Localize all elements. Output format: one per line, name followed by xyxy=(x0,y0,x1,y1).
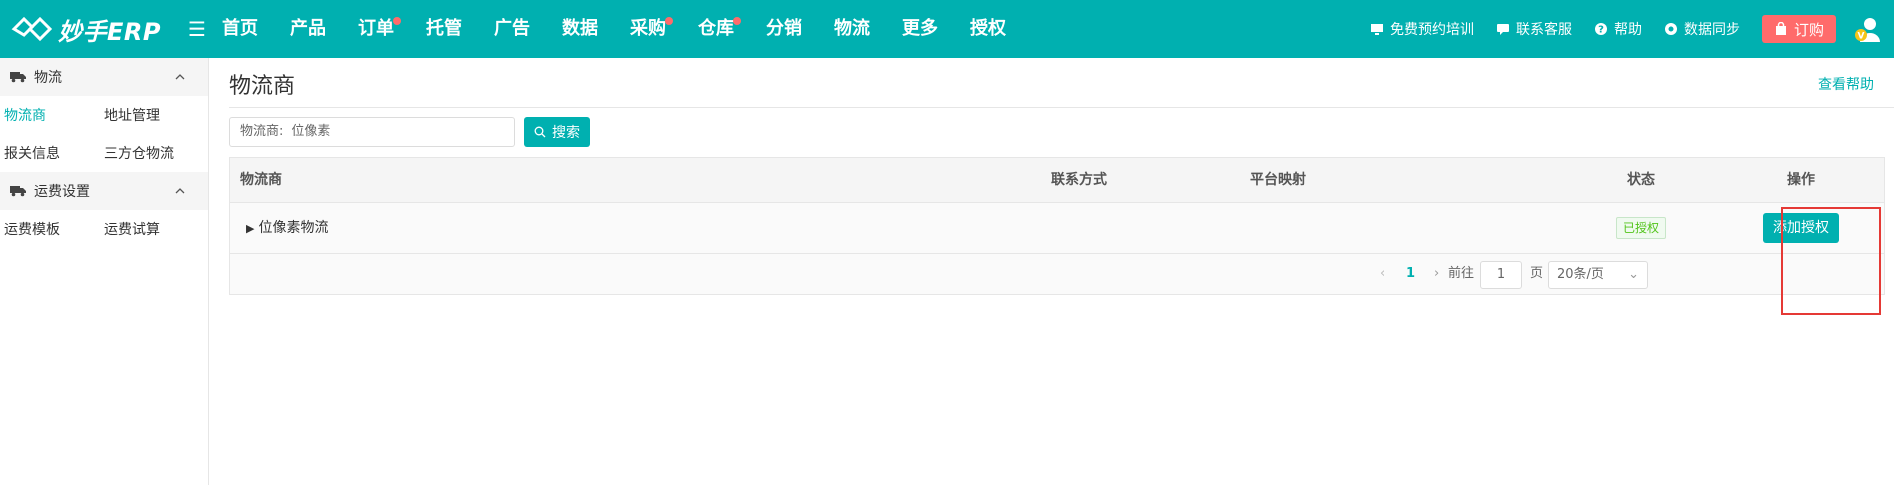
sidebar-item-freight-calc[interactable]: 运费试算 xyxy=(100,219,200,239)
nav-item-logistics[interactable]: 物流 xyxy=(834,0,870,58)
next-page-icon[interactable]: › xyxy=(1434,254,1439,294)
training-link[interactable]: 免费预约培训 xyxy=(1370,19,1474,39)
search-value: 位像素 xyxy=(291,124,331,139)
column-header-action[interactable]: 操作 xyxy=(1771,158,1831,203)
logo[interactable]: 妙手ERP xyxy=(0,0,170,58)
carrier-search-input[interactable]: 物流商: 位像素 xyxy=(229,117,515,147)
bag-icon xyxy=(1775,22,1786,35)
data-sync-link[interactable]: 数据同步 xyxy=(1664,19,1740,39)
order-button[interactable]: 订购 xyxy=(1761,15,1836,43)
page-title: 物流商 xyxy=(229,74,296,99)
sidebar-item-customs[interactable]: 报关信息 xyxy=(0,143,100,163)
notification-dot xyxy=(665,17,673,25)
main-nav: 首页 产品 订单 托管 广告 数据 采购 仓库 分销 物流 更多 授权 xyxy=(222,0,1038,58)
svg-text:?: ? xyxy=(1598,25,1604,36)
sidebar-group-freight[interactable]: 运费设置 xyxy=(0,172,208,210)
customer-service-link[interactable]: 联系客服 xyxy=(1496,19,1572,39)
sidebar-item-freight-template[interactable]: 运费模板 xyxy=(0,219,100,239)
nav-item-distribution[interactable]: 分销 xyxy=(766,0,802,58)
monitor-icon xyxy=(1370,24,1383,35)
sidebar-row: 报关信息 三方仓物流 xyxy=(0,134,208,172)
chevron-down-icon: ⌄ xyxy=(1628,267,1639,282)
page-size-select[interactable]: 20条/页 ⌄ xyxy=(1548,261,1648,289)
sidebar-item-carrier[interactable]: 物流商 xyxy=(0,105,100,125)
chat-icon xyxy=(1496,24,1509,35)
pagination: ‹ 1 › 前往 1 页 20条/页 ⌄ xyxy=(230,254,1884,294)
caret-right-icon[interactable]: ▶ xyxy=(246,222,254,235)
sidebar-group-logistics[interactable]: 物流 xyxy=(0,58,208,96)
goto-page-input[interactable]: 1 xyxy=(1480,261,1522,289)
svg-text:V: V xyxy=(1858,32,1865,42)
nav-item-product[interactable]: 产品 xyxy=(290,0,326,58)
sidebar-item-address[interactable]: 地址管理 xyxy=(100,105,200,125)
logo-icon xyxy=(11,16,53,42)
carrier-table: 物流商 联系方式 平台映射 状态 操作 ▶ 位像素物流 已授权 添加授权 ‹ 1 … xyxy=(229,157,1885,295)
search-icon xyxy=(534,126,546,138)
chevron-up-icon[interactable] xyxy=(174,185,186,197)
search-button[interactable]: 搜索 xyxy=(524,117,590,147)
notification-dot xyxy=(733,17,741,25)
status-badge: 已授权 xyxy=(1615,217,1666,239)
nav-item-home[interactable]: 首页 xyxy=(222,0,258,58)
sidebar-row: 运费模板 运费试算 xyxy=(0,210,208,248)
nav-item-warehouse[interactable]: 仓库 xyxy=(698,0,741,58)
table-header: 物流商 联系方式 平台映射 状态 操作 xyxy=(230,158,1884,203)
divider xyxy=(229,107,1894,108)
sidebar: 物流 物流商 地址管理 报关信息 三方仓物流 运费设置 运费模板 运费试算 xyxy=(0,58,209,485)
help-link[interactable]: ? 帮助 xyxy=(1594,19,1642,39)
chevron-up-icon[interactable] xyxy=(174,71,186,83)
truck-icon xyxy=(10,186,26,197)
view-help-link[interactable]: 查看帮助 xyxy=(1818,74,1874,94)
notification-dot xyxy=(393,17,401,25)
sidebar-item-3pl[interactable]: 三方仓物流 xyxy=(100,143,200,163)
goto-label: 前往 xyxy=(1448,266,1475,281)
user-avatar[interactable]: V xyxy=(1852,14,1882,44)
sidebar-row: 物流商 地址管理 xyxy=(0,96,208,134)
nav-item-order[interactable]: 订单 xyxy=(358,0,401,58)
user-icon: V xyxy=(1855,18,1880,42)
truck-icon xyxy=(10,72,26,83)
nav-item-ads[interactable]: 广告 xyxy=(494,0,530,58)
nav-item-authorize[interactable]: 授权 xyxy=(970,0,1006,58)
prev-page-icon[interactable]: ‹ xyxy=(1380,254,1385,294)
column-header-status[interactable]: 状态 xyxy=(1611,158,1671,203)
add-authorization-button[interactable]: 添加授权 xyxy=(1763,213,1839,243)
carrier-name: 位像素物流 xyxy=(258,220,329,236)
logo-text: 妙手ERP xyxy=(58,17,161,46)
question-icon: ? xyxy=(1594,23,1607,36)
column-header-contact[interactable]: 联系方式 xyxy=(1051,158,1107,203)
header-tools: 免费预约培训 联系客服 ? 帮助 数据同步 订购 V xyxy=(1348,0,1882,58)
column-header-mapping[interactable]: 平台映射 xyxy=(1250,158,1306,203)
nav-item-data[interactable]: 数据 xyxy=(562,0,598,58)
top-bar: 妙手ERP ☰ 首页 产品 订单 托管 广告 数据 采购 仓库 分销 物流 更多… xyxy=(0,0,1894,58)
main-content: 物流商 查看帮助 物流商: 位像素 搜索 物流商 联系方式 平台映射 状态 操作 … xyxy=(210,58,1894,485)
sync-icon xyxy=(1664,23,1677,35)
search-label: 物流商: xyxy=(240,124,284,139)
table-row[interactable]: ▶ 位像素物流 已授权 添加授权 xyxy=(230,203,1884,254)
column-header-carrier[interactable]: 物流商 xyxy=(240,158,282,203)
page-number[interactable]: 1 xyxy=(1406,254,1415,294)
nav-item-purchase[interactable]: 采购 xyxy=(630,0,673,58)
action-cell: 添加授权 xyxy=(1751,203,1851,254)
status-cell: 已授权 xyxy=(1611,203,1671,254)
expand-toggle[interactable]: ▶ 位像素物流 xyxy=(246,203,328,254)
page-unit-label: 页 xyxy=(1530,266,1544,281)
nav-item-hosting[interactable]: 托管 xyxy=(426,0,462,58)
menu-toggle-icon[interactable]: ☰ xyxy=(182,17,212,41)
nav-item-more[interactable]: 更多 xyxy=(902,0,938,58)
